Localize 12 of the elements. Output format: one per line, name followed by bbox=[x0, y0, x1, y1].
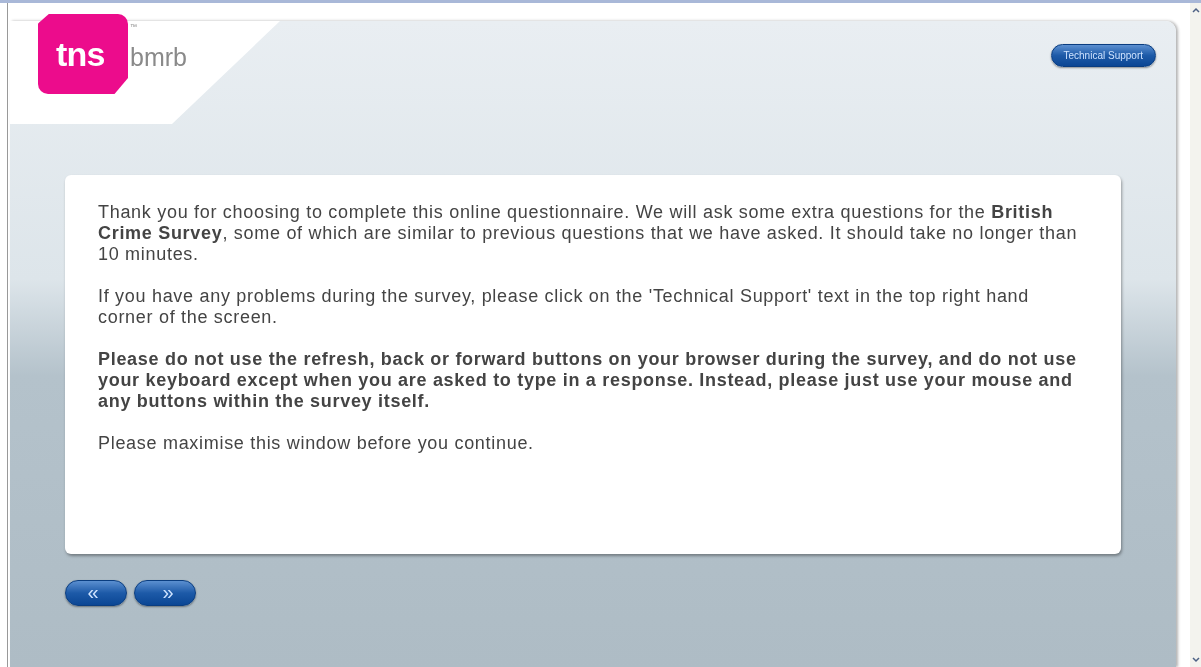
technical-support-button[interactable]: Technical Support bbox=[1050, 44, 1156, 67]
next-button[interactable]: » bbox=[134, 580, 196, 606]
back-button[interactable]: « bbox=[65, 580, 127, 606]
scroll-up-icon[interactable] bbox=[1191, 7, 1200, 13]
paragraph: Please do not use the refresh, back or forward buttons on your browser during the survey, and do not use your keyboard except when you are asked to type in a response. Instead, please just use your mouse and any buttons within the survey itself. bbox=[98, 349, 1078, 412]
paragraph: If you have any problems during the survey, please click on the 'Technical Support' text in the top right hand corner of the screen. bbox=[98, 286, 1031, 328]
scrollbar[interactable] bbox=[1190, 3, 1201, 667]
paragraph: Please maximise this window before you continue. bbox=[98, 433, 535, 454]
paragraph: Thank you for choosing to complete this online questionnaire. We will ask some extra questions for the British Crime Survey, some of which are similar to previous questions that we have asked. It should take no longer than 10 minutes. bbox=[98, 202, 1079, 265]
logo-mark: tns bbox=[38, 14, 128, 94]
scroll-down-icon[interactable] bbox=[1191, 657, 1200, 663]
logo-text: bmrb bbox=[130, 41, 187, 73]
